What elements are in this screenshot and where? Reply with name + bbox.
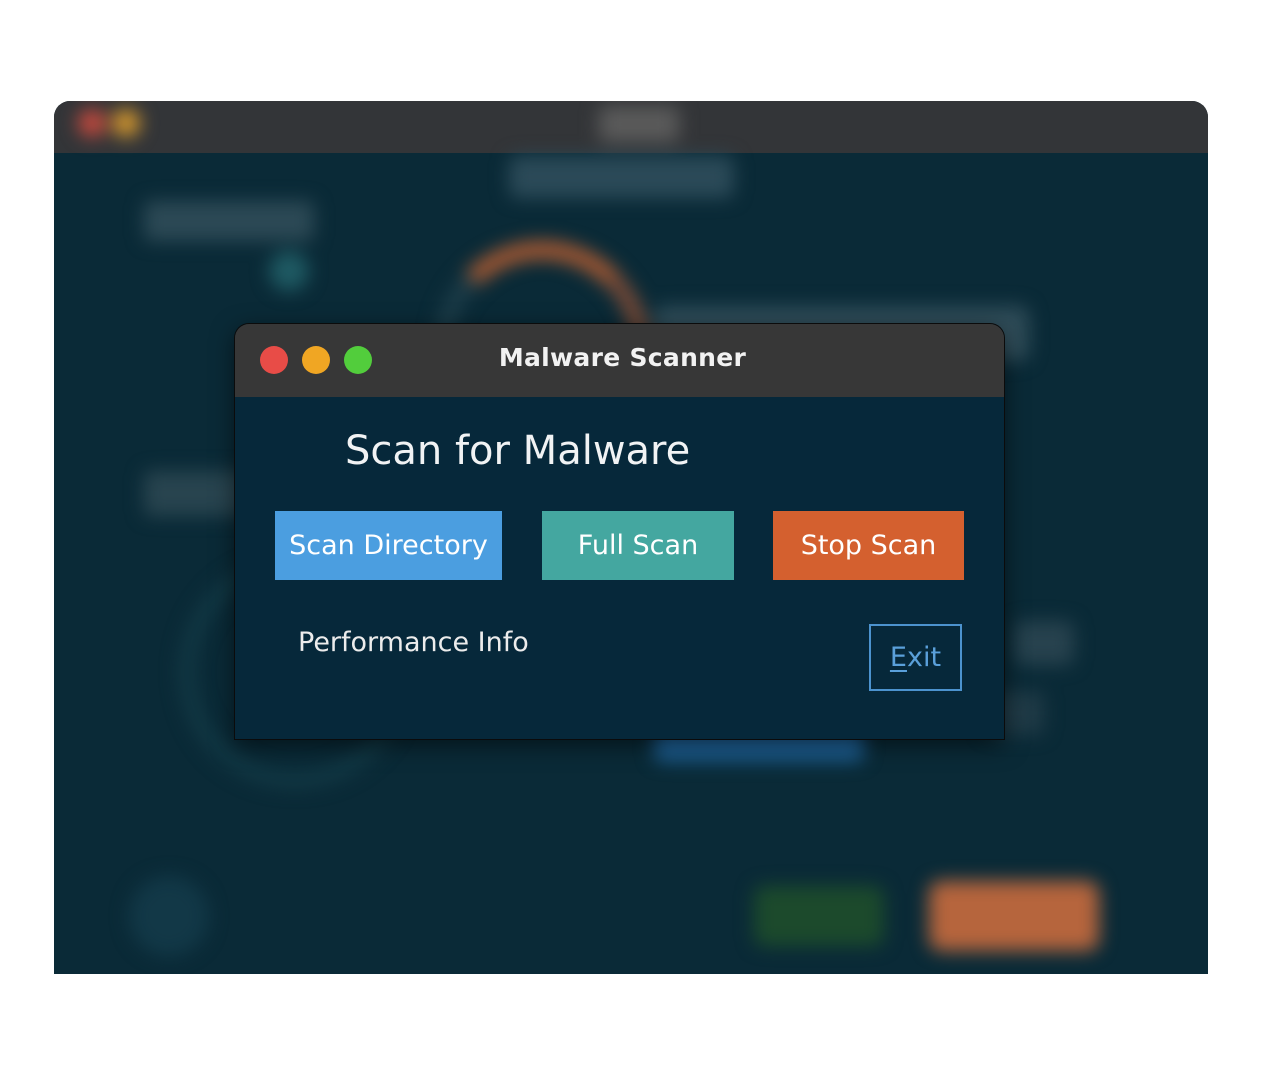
- malware-scanner-dialog: Malware Scanner Scan for Malware Scan Di…: [235, 324, 1004, 739]
- exit-label-rest: xit: [906, 642, 942, 673]
- background-window-title: [599, 106, 679, 142]
- background-side-control: [1014, 621, 1074, 665]
- background-avatar: [129, 876, 209, 956]
- stop-scan-button[interactable]: Stop Scan: [773, 511, 964, 580]
- background-close-dot-icon: [78, 109, 106, 137]
- background-heading: [509, 156, 734, 198]
- exit-mnemonic: E: [889, 642, 907, 673]
- exit-button[interactable]: Exit: [869, 624, 962, 691]
- background-indicator: [269, 251, 309, 291]
- performance-info-label: Performance Info: [298, 627, 529, 658]
- screen: Malware Scanner Scan for Malware Scan Di…: [0, 0, 1263, 1075]
- full-scan-button[interactable]: Full Scan: [542, 511, 734, 580]
- background-green-button: [754, 886, 884, 946]
- scan-directory-button[interactable]: Scan Directory: [275, 511, 502, 580]
- page-title: Scan for Malware: [345, 428, 691, 474]
- window-title: Malware Scanner: [498, 343, 747, 372]
- background-label: [144, 201, 314, 241]
- dialog-titlebar[interactable]: Malware Scanner: [235, 324, 1004, 397]
- background-minimize-dot-icon: [112, 109, 140, 137]
- background-orange-button: [929, 881, 1099, 951]
